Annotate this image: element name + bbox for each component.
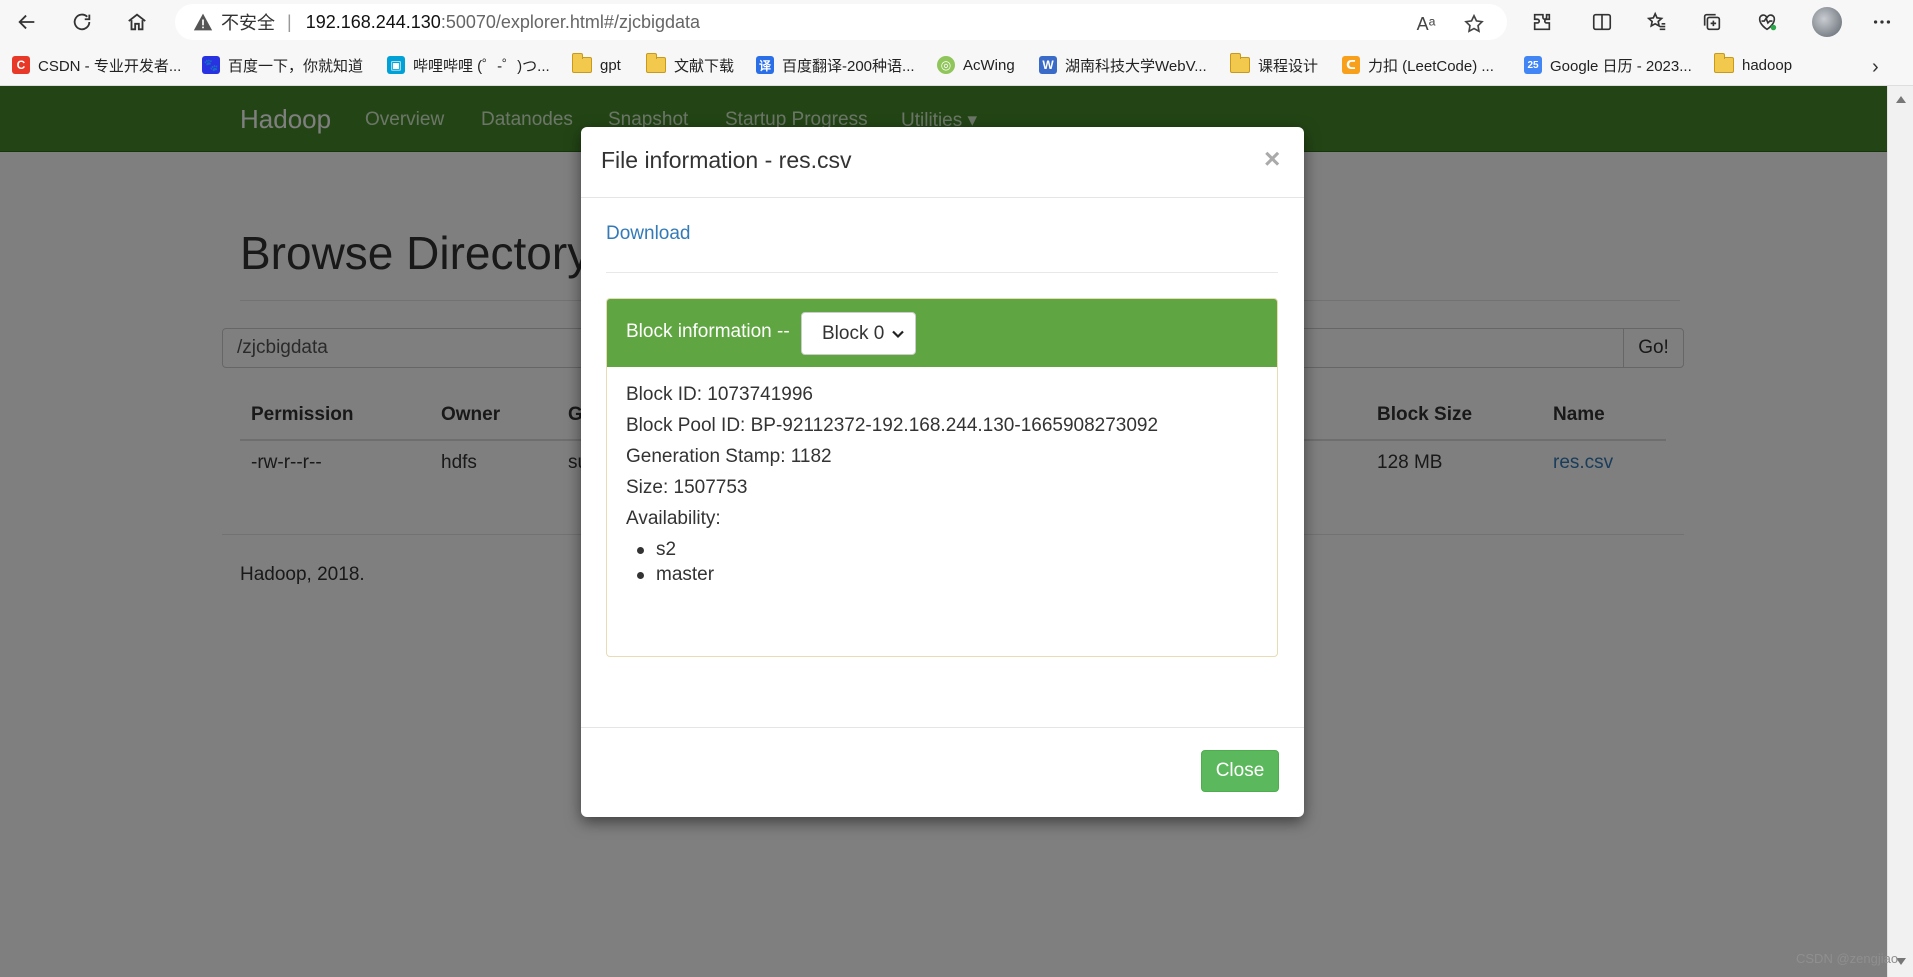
- bookmark-label: gpt: [600, 56, 621, 74]
- extensions-icon[interactable]: [1528, 8, 1556, 36]
- favorite-star-icon[interactable]: [1463, 13, 1485, 35]
- chevron-down-icon: [892, 330, 904, 339]
- block-select-value: Block 0: [822, 322, 885, 344]
- bookmark-gpt[interactable]: gpt: [572, 53, 621, 76]
- bookmark-label: 课程设计: [1258, 57, 1319, 75]
- browser-toolbar: 不安全 | 192.168.244.130:50070/explorer.htm…: [0, 0, 1913, 44]
- bookmark-label: 湖南科技大学WebV...: [1065, 57, 1207, 75]
- bookmark-label: 百度一下，你就知道: [228, 57, 364, 75]
- csdn-watermark: CSDN @zengjiao: [1796, 951, 1899, 966]
- hadoop-page: Hadoop Overview Datanodes Snapshot Start…: [0, 86, 1887, 977]
- bookmark-bilibili[interactable]: ▣ 哔哩哔哩 (゜-゜)つ...: [387, 54, 550, 76]
- bilibili-icon: ▣: [387, 56, 405, 74]
- browser-essentials-icon[interactable]: [1753, 8, 1781, 36]
- home-button[interactable]: [120, 6, 154, 38]
- node-name: master: [656, 564, 715, 585]
- bookmark-leetcode[interactable]: ᑕ 力扣 (LeetCode) ...: [1342, 54, 1494, 76]
- block-id: Block ID: 1073741996: [626, 384, 813, 405]
- bookmark-label: Google 日历 - 2023...: [1550, 57, 1692, 75]
- dialog-title: File information - res.csv: [601, 147, 852, 173]
- availability-node-master: master: [637, 564, 715, 586]
- bookmark-label: AcWing: [963, 56, 1015, 74]
- url-path: :50070/explorer.html#/zjcbigdata: [440, 11, 700, 32]
- download-divider: [606, 272, 1278, 273]
- bookmark-acwing[interactable]: ◎ AcWing: [937, 54, 1015, 76]
- google-calendar-icon: 25: [1524, 56, 1542, 74]
- leetcode-icon: ᑕ: [1342, 56, 1360, 74]
- availability-node-s2: s2: [637, 539, 677, 561]
- bookmarks-more-chevron-icon[interactable]: ›: [1872, 56, 1879, 79]
- back-button[interactable]: [10, 6, 44, 38]
- node-name: s2: [656, 539, 677, 560]
- block-information-header: Block information -- Block 0: [607, 299, 1277, 367]
- block-information-panel: Block information -- Block 0 Block ID: 1…: [606, 298, 1278, 657]
- block-select[interactable]: Block 0: [801, 312, 916, 355]
- dialog-header-divider: [581, 197, 1304, 198]
- acwing-icon: ◎: [937, 56, 955, 74]
- bookmark-hnust-webvpn[interactable]: W 湖南科技大学WebV...: [1039, 54, 1207, 76]
- refresh-button[interactable]: [65, 6, 99, 38]
- csdn-icon: C: [12, 56, 30, 74]
- favorites-list-icon[interactable]: [1643, 8, 1671, 36]
- close-button[interactable]: Close: [1201, 750, 1279, 792]
- collections-icon[interactable]: [1698, 8, 1726, 36]
- generation-stamp: Generation Stamp: 1182: [626, 446, 832, 467]
- bookmark-hadoop[interactable]: hadoop: [1714, 53, 1793, 76]
- address-bar[interactable]: 不安全 | 192.168.244.130:50070/explorer.htm…: [175, 4, 1507, 40]
- insecure-label[interactable]: 不安全: [221, 9, 275, 35]
- bookmark-label: hadoop: [1742, 56, 1793, 74]
- file-information-dialog: File information - res.csv × Download Bl…: [581, 127, 1304, 817]
- bookmark-label: 文献下载: [674, 57, 735, 75]
- availability-label: Availability:: [626, 508, 721, 529]
- bullet-icon: [637, 547, 644, 554]
- bookmark-csdn[interactable]: C CSDN - 专业开发者...: [12, 54, 181, 76]
- dialog-footer-divider: [581, 727, 1304, 728]
- warning-triangle-icon: [193, 12, 213, 32]
- page-scrollbar[interactable]: [1887, 86, 1913, 977]
- baidu-icon: 🐾: [202, 56, 220, 74]
- arrow-left-icon: [18, 14, 35, 30]
- bookmark-label: 力扣 (LeetCode) ...: [1368, 57, 1494, 75]
- more-options-icon[interactable]: [1868, 8, 1896, 36]
- bookmark-label: 百度翻译-200种语...: [782, 57, 915, 75]
- url-host: 192.168.244.130: [305, 11, 441, 32]
- dialog-close-x-icon[interactable]: ×: [1264, 143, 1280, 175]
- bookmark-papers[interactable]: 文献下载: [646, 53, 735, 76]
- baidu-translate-icon: 译: [756, 56, 774, 74]
- scroll-up-arrow-icon[interactable]: [1896, 96, 1906, 103]
- bookmark-course-design[interactable]: 课程设计: [1230, 53, 1319, 76]
- bookmark-google-calendar[interactable]: 25 Google 日历 - 2023...: [1524, 54, 1692, 76]
- refresh-icon: [73, 13, 91, 31]
- bookmark-baidu-translate[interactable]: 译 百度翻译-200种语...: [756, 54, 915, 76]
- bookmark-label: 哔哩哔哩 (゜-゜)つ...: [413, 57, 550, 75]
- download-link[interactable]: Download: [606, 223, 691, 245]
- folder-icon: [572, 53, 592, 73]
- block-pool-id: Block Pool ID: BP-92112372-192.168.244.1…: [626, 415, 1159, 436]
- split-screen-icon[interactable]: [1588, 8, 1616, 36]
- bookmark-label: CSDN - 专业开发者...: [38, 57, 182, 75]
- url-separator: |: [287, 11, 292, 32]
- read-aloud-icon[interactable]: Aᵃ: [1415, 13, 1437, 35]
- home-icon: [128, 13, 146, 31]
- profile-avatar[interactable]: [1812, 7, 1842, 37]
- folder-icon: [1714, 53, 1734, 73]
- folder-icon: [1230, 53, 1250, 73]
- bookmarks-bar: C CSDN - 专业开发者... 🐾 百度一下，你就知道 ▣ 哔哩哔哩 (゜-…: [0, 44, 1913, 86]
- webvpn-icon: W: [1039, 56, 1057, 74]
- bullet-icon: [637, 572, 644, 579]
- block-size: Size: 1507753: [626, 477, 748, 498]
- folder-icon: [646, 53, 666, 73]
- bookmark-baidu[interactable]: 🐾 百度一下，你就知道: [202, 54, 363, 76]
- block-information-label: Block information --: [626, 321, 790, 342]
